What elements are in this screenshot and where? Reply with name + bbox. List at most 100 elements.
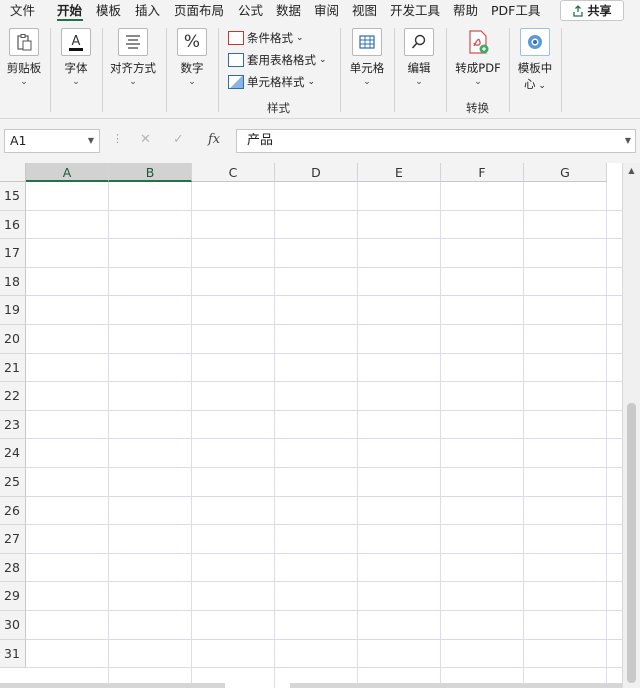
template-center-label-2: 心 (524, 77, 536, 91)
chevron-down-icon[interactable]: ▼ (88, 130, 94, 152)
row-header-19[interactable]: 19 (0, 296, 26, 325)
formula-input[interactable]: 产品 ▼ (236, 129, 636, 153)
column-header-e[interactable]: E (358, 163, 441, 182)
row-header-23[interactable]: 23 (0, 410, 26, 440)
column-header-b[interactable]: B (109, 163, 192, 182)
percent-icon: % (177, 28, 207, 56)
menu-pdf-tools[interactable]: PDF工具 (491, 2, 540, 20)
menu-home[interactable]: 开始 (57, 2, 82, 20)
vertical-scrollbar[interactable]: ▲ (622, 163, 640, 688)
column-header-c[interactable]: C (192, 163, 275, 182)
format-as-table-button[interactable]: 套用表格格式 ⌄ (228, 51, 327, 69)
chevron-down-icon[interactable]: ▼ (625, 130, 631, 152)
ribbon-separator (394, 28, 395, 112)
row-header-20[interactable]: 20 (0, 325, 26, 354)
chevron-down-icon: ⌄ (363, 77, 371, 87)
horizontal-scrollbar[interactable] (290, 683, 622, 688)
menu-developer[interactable]: 开发工具 (390, 2, 440, 20)
column-gridline (357, 182, 358, 688)
row-header-27[interactable]: 27 (0, 525, 26, 554)
convert-to-pdf-button[interactable]: 转成PDF ⌄ (452, 28, 504, 87)
ribbon-separator (166, 28, 167, 112)
percent-glyph: % (183, 32, 201, 52)
menu-view[interactable]: 视图 (352, 2, 377, 20)
menu-template[interactable]: 模板 (96, 2, 121, 20)
number-label: 数字 (180, 61, 204, 75)
menu-data[interactable]: 数据 (276, 2, 301, 20)
chevron-down-icon: ⌄ (474, 77, 482, 87)
ribbon-separator (50, 28, 51, 112)
row-header-21[interactable]: 21 (0, 353, 26, 383)
row-gridline (26, 524, 622, 526)
font-color-icon: A (61, 28, 91, 56)
share-label: 共享 (587, 4, 612, 18)
row-gridline (26, 495, 622, 497)
chevron-down-icon: ⌄ (20, 77, 28, 87)
row-header-30[interactable]: 30 (0, 611, 26, 640)
insert-function-icon[interactable]: fx (208, 132, 220, 147)
menu-review[interactable]: 审阅 (314, 2, 339, 20)
enter-icon[interactable]: ✓ (173, 132, 184, 147)
svg-text:A: A (72, 34, 81, 49)
row-gridline (26, 552, 622, 554)
sheet-tab-strip (0, 683, 225, 688)
cells-icon (352, 28, 382, 56)
align-icon (118, 28, 148, 56)
font-button[interactable]: A 字体 ⌄ (60, 28, 92, 87)
row-header-18[interactable]: 18 (0, 267, 26, 297)
font-label: 字体 (64, 61, 88, 75)
cell-styles-button[interactable]: 单元格样式 ⌄ (228, 73, 315, 91)
conditional-format-button[interactable]: 条件格式 ⌄ (228, 29, 304, 47)
spreadsheet-grid[interactable]: A B C D E F G 15 16 17 18 19 20 21 22 23 24 25 26 27 28 29 30 3… (0, 163, 622, 688)
row-header-24[interactable]: 24 (0, 439, 26, 468)
menu-formulas[interactable]: 公式 (238, 2, 263, 20)
ribbon-separator (218, 28, 219, 112)
ribbon: 剪贴板 ⌄ A 字体 ⌄ 对齐方式 ⌄ % 数字 ⌄ 条件格式 ⌄ 套用表格格式 (0, 22, 640, 119)
editing-button[interactable]: 编辑 ⌄ (403, 28, 435, 87)
row-gridline (26, 352, 622, 354)
scroll-up-icon[interactable]: ▲ (623, 163, 640, 178)
template-center-button[interactable]: 模板中 心 ⌄ (515, 28, 555, 92)
column-header-g[interactable]: G (524, 163, 607, 182)
row-gridline (26, 610, 622, 611)
cells-button[interactable]: 单元格 ⌄ (348, 28, 386, 87)
ribbon-separator (102, 28, 103, 112)
scrollbar-thumb[interactable] (627, 403, 636, 683)
row-gridline (26, 438, 622, 440)
column-header-a[interactable]: A (26, 163, 109, 182)
column-gridline (523, 182, 524, 688)
row-header-17[interactable]: 17 (0, 239, 26, 268)
row-header-26[interactable]: 26 (0, 496, 26, 526)
row-header-22[interactable]: 22 (0, 382, 26, 411)
row-header-31[interactable]: 31 (0, 639, 26, 669)
column-header-d[interactable]: D (275, 163, 358, 182)
share-button[interactable]: 共享 (560, 0, 624, 21)
chevron-down-icon: ⌄ (72, 77, 80, 87)
select-all-corner[interactable] (0, 163, 26, 182)
ribbon-separator (340, 28, 341, 112)
row-header-25[interactable]: 25 (0, 468, 26, 497)
ribbon-separator (561, 28, 562, 112)
number-button[interactable]: % 数字 ⌄ (176, 28, 208, 87)
formula-bar: A1 ▼ ⋮ ✕ ✓ fx 产品 ▼ (0, 126, 640, 156)
row-header-15[interactable]: 15 (0, 182, 26, 211)
clipboard-button[interactable]: 剪贴板 ⌄ (6, 28, 42, 87)
row-gridline (26, 295, 622, 297)
editing-label: 编辑 (407, 61, 431, 75)
row-gridline (26, 638, 622, 640)
row-header-28[interactable]: 28 (0, 553, 26, 583)
alignment-button[interactable]: 对齐方式 ⌄ (108, 28, 158, 87)
cancel-icon[interactable]: ✕ (140, 132, 151, 147)
row-header-16[interactable]: 16 (0, 210, 26, 240)
menu-page-layout[interactable]: 页面布局 (174, 2, 224, 20)
menu-bar: 文件 开始 模板 插入 页面布局 公式 数据 审阅 视图 开发工具 帮助 PDF… (0, 0, 640, 22)
menu-help[interactable]: 帮助 (453, 2, 478, 20)
menu-file[interactable]: 文件 (10, 2, 35, 20)
cells-label: 单元格 (349, 61, 385, 75)
name-box[interactable]: A1 ▼ (4, 129, 100, 153)
menu-insert[interactable]: 插入 (135, 2, 160, 20)
chevron-down-icon: ⌄ (296, 33, 304, 43)
template-center-icon (520, 28, 550, 56)
column-header-f[interactable]: F (441, 163, 524, 182)
row-header-29[interactable]: 29 (0, 582, 26, 611)
